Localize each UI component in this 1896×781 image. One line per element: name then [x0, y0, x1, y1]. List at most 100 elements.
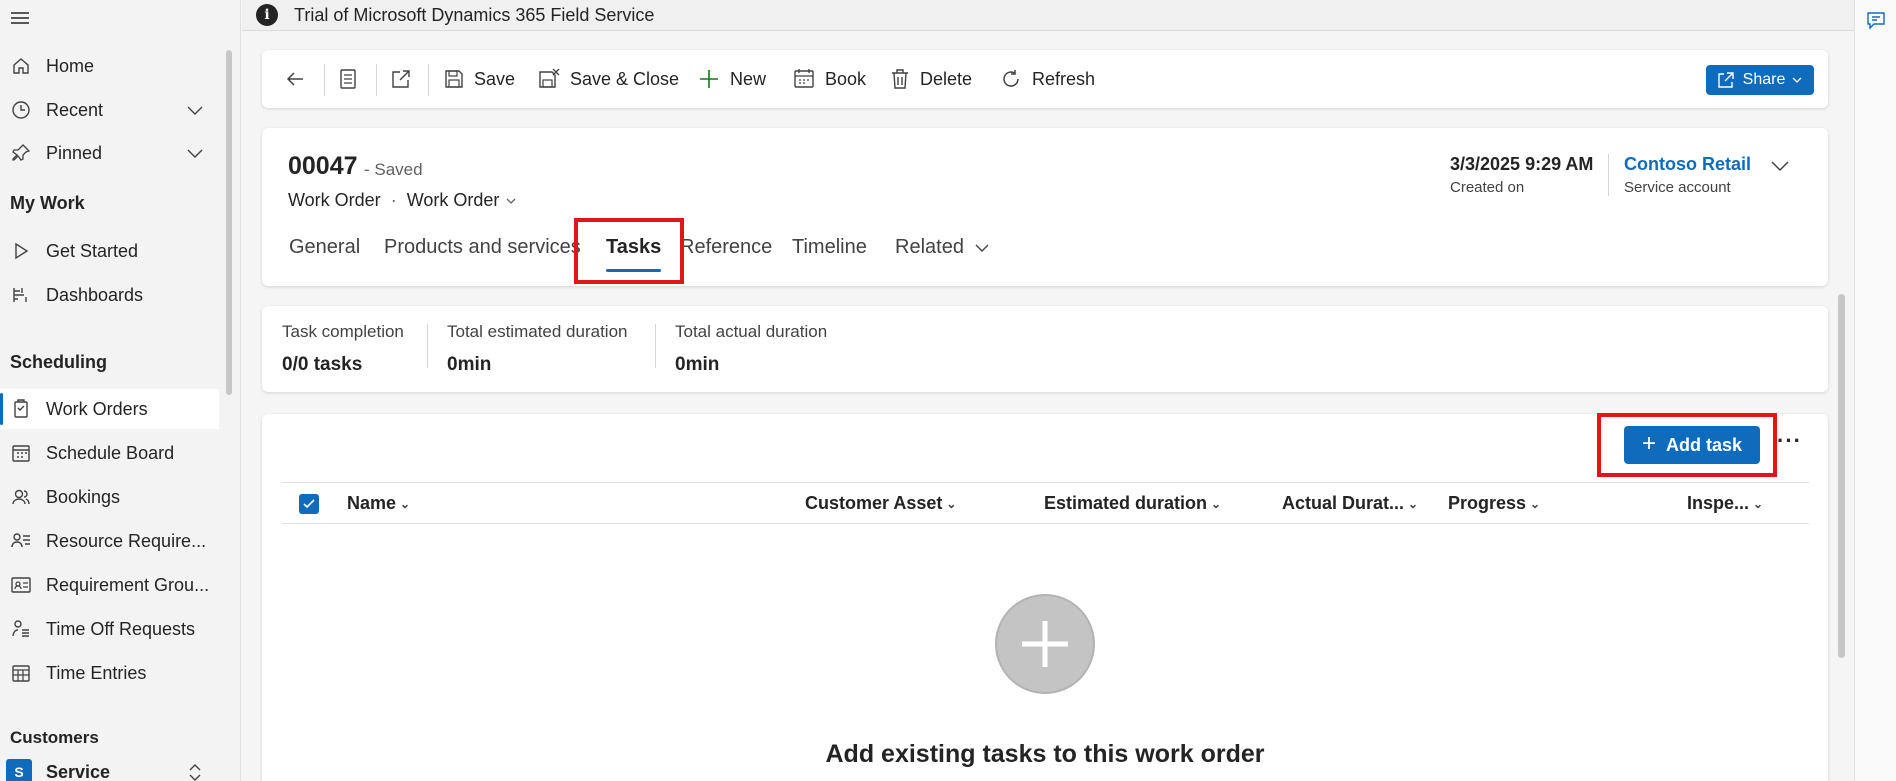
task-summary: Task completion 0/0 tasks Total estimate…	[262, 306, 1828, 392]
sidebar-item-label: Pinned	[46, 142, 103, 163]
empty-state-plus-icon[interactable]	[995, 594, 1095, 694]
actual-duration-label: Total actual duration	[675, 322, 828, 341]
sidebar-item-schedule-board[interactable]: Schedule Board	[0, 433, 219, 473]
document-icon	[338, 68, 358, 90]
section-title-customers: Customers	[10, 728, 99, 747]
sidebar-item-label: Get Started	[46, 240, 139, 261]
person-walking-icon	[10, 618, 32, 640]
empty-state-title: Add existing tasks to this work order	[825, 740, 1265, 768]
save-close-icon	[538, 68, 560, 90]
people-icon	[10, 486, 32, 508]
refresh-button[interactable]: Refresh	[1000, 50, 1095, 108]
divider	[655, 324, 656, 368]
form-name: Work Order	[406, 190, 500, 210]
tab-timeline[interactable]: Timeline	[792, 236, 867, 272]
entity-name: Work Order	[288, 190, 381, 210]
sidebar-item-resource-requirements[interactable]: Resource Require...	[0, 521, 219, 561]
actual-duration-stat: Total actual duration 0min	[675, 322, 827, 376]
main-scrollbar[interactable]	[1838, 294, 1845, 658]
entity-breadcrumb: Work Order · Work Order	[288, 190, 517, 211]
more-options-icon[interactable]: ···	[1777, 428, 1802, 454]
tab-reference[interactable]: Reference	[680, 236, 772, 272]
chevron-down-icon: ⌄	[1408, 496, 1419, 511]
refresh-label: Refresh	[1032, 68, 1096, 89]
form-selector[interactable]: Work Order	[407, 190, 518, 211]
tab-products-and-services[interactable]: Products and services	[384, 236, 581, 272]
sidebar-item-time-off-requests[interactable]: Time Off Requests	[0, 609, 219, 649]
expand-header-chevron-icon[interactable]	[1768, 154, 1792, 183]
column-label: Progress	[1448, 493, 1527, 513]
chevron-down-icon	[505, 195, 517, 207]
open-in-new-icon	[390, 68, 412, 90]
save-and-close-button[interactable]: Save & Close	[538, 50, 679, 108]
column-header-actual-duration[interactable]: Actual Durat... ⌄	[1282, 493, 1418, 514]
save-label: Save	[474, 68, 516, 89]
area-label: Service	[46, 761, 111, 781]
back-arrow-icon	[284, 68, 306, 90]
new-button[interactable]: New	[698, 50, 766, 108]
sidebar-scrollbar[interactable]	[226, 50, 232, 395]
clock-icon	[10, 99, 32, 121]
column-label: Actual Durat...	[1282, 493, 1405, 513]
sidebar-item-bookings[interactable]: Bookings	[0, 477, 219, 517]
sidebar-item-dashboards[interactable]: Dashboards	[0, 275, 219, 315]
share-label: Share	[1742, 71, 1786, 88]
column-label: Inspe...	[1687, 493, 1750, 513]
chat-icon[interactable]	[1865, 10, 1887, 37]
home-icon	[10, 55, 32, 77]
chevron-down-icon[interactable]	[185, 100, 205, 125]
delete-label: Delete	[920, 68, 973, 89]
chevron-updown-icon[interactable]	[185, 762, 205, 781]
sidebar-item-requirement-groups[interactable]: Requirement Grou...	[0, 565, 219, 605]
play-icon	[10, 240, 32, 262]
chevron-down-icon: ⌄	[1530, 496, 1541, 511]
column-header-inspection[interactable]: Inspe... ⌄	[1687, 493, 1763, 514]
select-all-checkbox[interactable]	[299, 494, 319, 514]
sidebar-item-get-started[interactable]: Get Started	[0, 231, 219, 271]
tab-general[interactable]: General	[289, 236, 360, 272]
trash-icon	[890, 68, 910, 90]
calendar-icon	[793, 68, 815, 90]
divider	[1608, 154, 1609, 196]
save-button[interactable]: Save	[444, 50, 515, 108]
record-id: 00047	[288, 152, 358, 180]
sidebar-item-work-orders[interactable]: Work Orders	[0, 389, 219, 429]
sidebar-item-label: Time Entries	[46, 662, 147, 683]
grid-header: Name ⌄ Customer Asset ⌄ Estimated duration…	[282, 482, 1809, 524]
chevron-down-icon: ⌄	[1753, 496, 1764, 511]
task-completion-value: 0/0 tasks	[282, 354, 363, 375]
sidebar-item-home[interactable]: Home	[0, 46, 219, 86]
share-button[interactable]: Share	[1706, 65, 1814, 95]
calendar-grid-icon	[10, 662, 32, 684]
sidebar-item-pinned[interactable]: Pinned	[0, 133, 219, 173]
column-header-name[interactable]: Name ⌄	[347, 493, 410, 514]
column-header-progress[interactable]: Progress ⌄	[1448, 493, 1540, 514]
plus-icon	[698, 68, 720, 90]
tasks-grid: + Add task ··· Name ⌄ Customer Asset ⌄ Est…	[262, 414, 1828, 781]
record-header: 00047 - Saved Work Order · Work Order 3/…	[262, 128, 1828, 286]
back-button[interactable]	[284, 50, 316, 108]
actual-duration-value: 0min	[675, 354, 720, 375]
tab-related[interactable]: Related	[895, 236, 990, 272]
service-account-link[interactable]: Contoso Retail	[1624, 154, 1751, 175]
share-icon	[1717, 71, 1735, 89]
calendar-icon	[10, 442, 32, 464]
sidebar-item-recent[interactable]: Recent	[0, 90, 219, 130]
right-rail	[1854, 0, 1896, 781]
column-label: Name	[347, 493, 397, 513]
created-on-label: Created on	[1450, 179, 1525, 196]
form-view-button[interactable]	[338, 50, 368, 108]
contact-card-icon	[10, 574, 32, 596]
delete-button[interactable]: Delete	[890, 50, 972, 108]
sidebar-item-time-entries[interactable]: Time Entries	[0, 653, 219, 693]
trial-banner: i Trial of Microsoft Dynamics 365 Field …	[242, 0, 1854, 31]
column-header-estimated-duration[interactable]: Estimated duration ⌄	[1044, 493, 1221, 514]
hamburger-menu-icon[interactable]	[10, 8, 30, 28]
refresh-icon	[1000, 68, 1022, 90]
created-on-field: 3/3/2025 9:29 AM Created on	[1450, 154, 1593, 196]
chevron-down-icon[interactable]	[185, 143, 205, 168]
open-new-window-button[interactable]	[390, 50, 422, 108]
column-header-customer-asset[interactable]: Customer Asset ⌄	[805, 493, 956, 514]
book-button[interactable]: Book	[793, 50, 866, 108]
area-switcher[interactable]: S Service	[0, 754, 219, 781]
